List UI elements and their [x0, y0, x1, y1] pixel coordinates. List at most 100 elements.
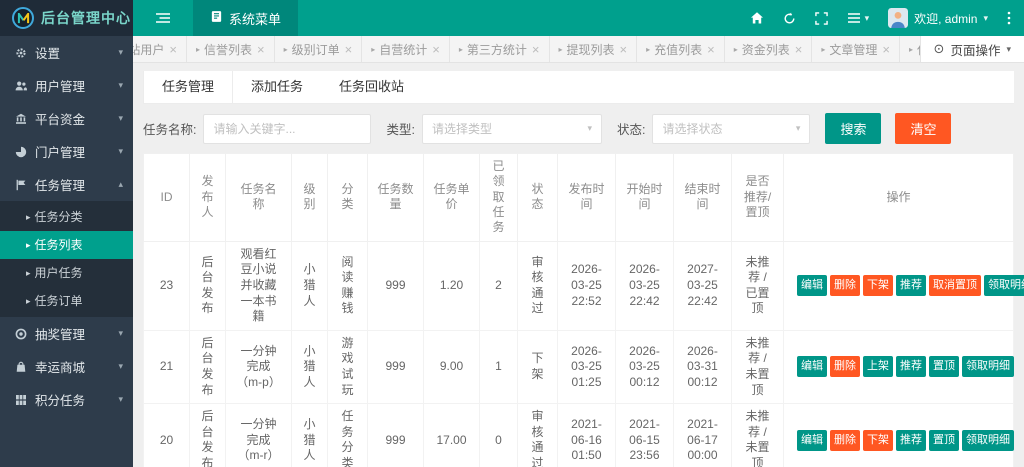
sidebar-subitem-用户任务[interactable]: ▸ 用户任务 [0, 259, 133, 287]
opened-tab-信誉列表[interactable]: ▸ 信誉列表 × [187, 36, 275, 62]
opened-tab-提现列表[interactable]: ▸ 提现列表 × [550, 36, 638, 62]
brand-logo-icon [12, 7, 34, 29]
sidebar-item-门户管理[interactable]: 门户管理 ▾ [0, 135, 133, 168]
content-tab-任务回收站[interactable]: 任务回收站 [321, 71, 422, 103]
task-name-input[interactable] [203, 113, 372, 144]
cell-publish_time: 2021-06-16 01:50 [557, 403, 616, 467]
cell-status: 审核通过 [517, 403, 558, 467]
opened-tab-站用户[interactable]: ▸站用户× [133, 36, 187, 62]
fullscreen-icon[interactable] [814, 11, 828, 25]
content-tab-任务管理[interactable]: 任务管理 [143, 71, 234, 103]
sidebar-subitem-任务列表[interactable]: ▸ 任务列表 [0, 231, 133, 259]
table-row: 23 后台发布 观看红豆小说并收藏一本书籍 小猎人 阅读赚钱 999 1.20 2 审核通过 20… [143, 240, 1024, 331]
target-icon: ⊙ [933, 41, 945, 56]
column-header: 任务单价 [423, 153, 480, 242]
sidebar-item-积分任务[interactable]: 积分任务 ▾ [0, 383, 133, 416]
chevron-down-icon: ▾ [118, 113, 123, 123]
opened-tab-自营统计[interactable]: ▸ 自营统计 × [362, 36, 450, 62]
action-button-领取明细[interactable]: 领取明细 [984, 275, 1024, 297]
sidebar-item-幸运商城[interactable]: 幸运商城 ▾ [0, 350, 133, 383]
close-icon[interactable]: × [882, 42, 890, 57]
sidebar-subitem-任务分类[interactable]: ▸ 任务分类 [0, 203, 133, 231]
action-button-推荐[interactable]: 推荐 [896, 356, 926, 378]
home-icon[interactable] [750, 11, 764, 25]
status-label: 状态: [616, 123, 646, 137]
action-button-推荐[interactable]: 推荐 [896, 429, 926, 451]
cell-status: 下架 [517, 329, 558, 405]
action-button-置顶[interactable]: 置顶 [929, 356, 959, 378]
action-button-删除[interactable]: 删除 [830, 356, 860, 378]
action-button-置顶[interactable]: 置顶 [929, 429, 959, 451]
column-header: 级别 [291, 153, 328, 242]
action-button-领取明细[interactable]: 领取明细 [962, 429, 1014, 451]
sidebar-item-任务管理[interactable]: 任务管理 ▴ [0, 168, 133, 201]
cell-promo: 未推荐 / 未置顶 [731, 403, 784, 467]
cell-price: 1.20 [423, 240, 480, 331]
action-button-编辑[interactable]: 编辑 [797, 275, 827, 297]
action-button-删除[interactable]: 删除 [830, 429, 860, 451]
opened-tab-级别订单[interactable]: ▸ 级别订单 × [275, 36, 363, 62]
action-button-推荐[interactable]: 推荐 [896, 275, 926, 297]
chevron-down-icon: ▾ [587, 123, 592, 133]
more-icon[interactable] [1007, 11, 1011, 25]
sidebar-collapse-icon[interactable] [133, 0, 193, 36]
close-icon[interactable]: × [257, 42, 265, 57]
column-header: 操作 [783, 153, 1014, 242]
system-menu-tab[interactable]: 系统菜单 [193, 0, 299, 36]
menu-list-icon[interactable]: ▾ [847, 12, 869, 24]
clear-button[interactable]: 清空 [895, 113, 952, 144]
task-table: ID 发布人 任务名称 级别 分类 任务数量 任务单价 已领取任务 状态 发布时间 开始时间 结束时间… [143, 153, 1024, 467]
sidebar-item-用户管理[interactable]: 用户管理 ▾ [0, 69, 133, 102]
cell-publisher: 后台发布 [189, 329, 226, 405]
triangle-right-icon: ▸ [646, 44, 651, 54]
close-icon[interactable]: × [169, 42, 177, 57]
cell-actions: 编辑 删除 上架 推荐 置顶 领取明细 [783, 329, 1014, 405]
action-button-取消置顶[interactable]: 取消置顶 [929, 275, 981, 297]
action-button-下架[interactable]: 下架 [863, 429, 893, 451]
tab-label: 充值列表 [654, 42, 703, 57]
cell-id: 20 [143, 403, 190, 467]
tab-label: 提现列表 [566, 42, 615, 57]
top-header: 后台管理中心 系统菜单 ▾ 欢迎, admin ▾ [0, 0, 1024, 36]
sidebar-item-平台资金[interactable]: 平台资金 ▾ [0, 102, 133, 135]
user-menu[interactable]: 欢迎, admin ▾ [888, 8, 988, 28]
close-icon[interactable]: × [707, 42, 715, 57]
content-tab-添加任务[interactable]: 添加任务 [233, 71, 321, 103]
cell-claimed: 2 [479, 240, 518, 331]
portal-icon [15, 146, 28, 158]
action-button-编辑[interactable]: 编辑 [797, 356, 827, 378]
refresh-icon[interactable] [783, 12, 796, 25]
opened-tab-资金列表[interactable]: ▸ 资金列表 × [725, 36, 813, 62]
type-select[interactable]: 请选择类型 ▾ [421, 113, 602, 144]
close-icon[interactable]: × [432, 42, 440, 57]
action-button-编辑[interactable]: 编辑 [797, 429, 827, 451]
close-icon[interactable]: × [532, 42, 540, 57]
close-icon[interactable]: × [345, 42, 353, 57]
action-button-下架[interactable]: 下架 [863, 275, 893, 297]
cell-start_time: 2026-03-25 22:42 [615, 240, 674, 331]
cell-promo: 未推荐 / 已置顶 [731, 240, 784, 331]
action-button-删除[interactable]: 删除 [830, 275, 860, 297]
close-icon[interactable]: × [795, 42, 803, 57]
content-tabs: 任务管理 添加任务 任务回收站 [143, 71, 1014, 104]
column-header: 已领取任务 [479, 153, 518, 242]
close-icon[interactable]: × [620, 42, 628, 57]
action-button-领取明细[interactable]: 领取明细 [962, 356, 1014, 378]
cell-end_time: 2021-06-17 00:00 [673, 403, 732, 467]
cell-publish_time: 2026-03-25 01:25 [557, 329, 616, 405]
opened-tab-充值列表[interactable]: ▸ 充值列表 × [637, 36, 725, 62]
sidebar-subitem-任务订单[interactable]: ▸ 任务订单 [0, 287, 133, 315]
action-button-上架[interactable]: 上架 [863, 356, 893, 378]
cell-end_time: 2026-03-31 00:12 [673, 329, 732, 405]
opened-tab-第三方统计[interactable]: ▸ 第三方统计 × [450, 36, 550, 62]
status-select[interactable]: 请选择状态 ▾ [652, 113, 811, 144]
cell-start_time: 2021-06-15 23:56 [615, 403, 674, 467]
search-button[interactable]: 搜索 [825, 113, 882, 144]
sidebar-item-抽奖管理[interactable]: 抽奖管理 ▾ [0, 317, 133, 350]
opened-tab-文章管理[interactable]: ▸ 文章管理 × [812, 36, 900, 62]
cell-price: 9.00 [423, 329, 480, 405]
sidebar-item-设置[interactable]: 设置 ▾ [0, 36, 133, 69]
page-action-dropdown[interactable]: ⊙ 页面操作 ▾ [919, 36, 1024, 62]
cell-id: 23 [143, 240, 190, 331]
cell-actions: 编辑删除下架推荐取消置顶领取明细 [783, 240, 1024, 331]
